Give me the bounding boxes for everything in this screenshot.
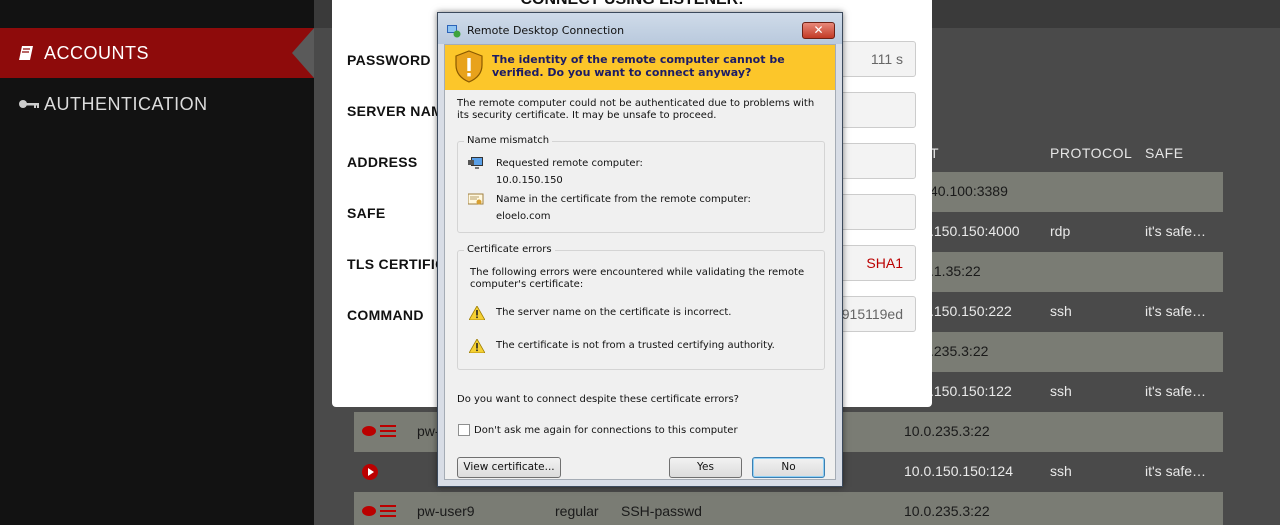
yes-button[interactable]: Yes [669, 457, 742, 478]
group-legend: Name mismatch [464, 135, 553, 146]
dialog-body: The identity of the remote computer cann… [444, 44, 836, 480]
column-header-protocol: PROTOCOL [1050, 145, 1133, 161]
safe-cell: it's safe… [1145, 383, 1207, 399]
intro-text: The remote computer could not be authent… [457, 98, 815, 121]
protocol-cell: ssh [1050, 463, 1072, 479]
view-icon[interactable] [362, 506, 376, 516]
host-cell: .1.35:22 [930, 263, 981, 279]
host-cell: 10.0.150.150:124 [904, 463, 1013, 479]
certificate-icon [467, 192, 484, 211]
requested-computer-value: 10.0.150.150 [496, 175, 563, 186]
sidebar-item-accounts[interactable]: ACCOUNTS [0, 28, 314, 78]
no-button[interactable]: No [752, 457, 825, 478]
host-cell: 10.0.235.3:22 [904, 503, 990, 519]
group-legend: Certificate errors [464, 244, 555, 255]
safe-cell: it's safe… [1145, 303, 1207, 319]
host-cell: .235.3:22 [930, 343, 989, 359]
remote-desktop-icon [447, 23, 461, 38]
row-actions [362, 424, 396, 437]
dialog-title: Remote Desktop Connection [467, 24, 625, 37]
name-mismatch-group: Name mismatch Requested remote computer:… [457, 135, 825, 233]
error-item: The certificate is not from a trusted ce… [496, 340, 775, 351]
host-cell: .150.150:122 [930, 383, 1012, 399]
book-icon [18, 44, 40, 62]
safe-cell: it's safe… [1145, 223, 1207, 239]
list-icon[interactable] [380, 425, 396, 437]
sidebar-item-authentication[interactable]: AUTHENTICATION [0, 79, 314, 129]
close-button[interactable]: ✕ [802, 22, 835, 39]
sidebar-item-label: ACCOUNTS [44, 42, 150, 63]
key-icon [18, 95, 40, 113]
computer-icon [468, 156, 484, 175]
address-label: ADDRESS [347, 154, 418, 170]
errors-intro: The following errors were encountered wh… [470, 267, 805, 290]
row-actions [362, 504, 396, 517]
column-header-safe: SAFE [1145, 145, 1184, 161]
warning-icon [468, 338, 486, 354]
requested-computer-label: Requested remote computer: [496, 158, 643, 169]
password-label: PASSWORD [347, 52, 431, 68]
sidebar: ACCOUNTS AUTHENTICATION [0, 0, 314, 525]
auth-cell: SSH-passwd [621, 503, 702, 519]
user-cell: pw-user9 [417, 503, 475, 519]
protocol-cell: rdp [1050, 223, 1071, 239]
host-cell: 10.0.235.3:22 [904, 423, 990, 439]
protocol-cell: ssh [1050, 303, 1072, 319]
warning-icon [468, 305, 486, 321]
certificate-name-label: Name in the certificate from the remote … [496, 194, 751, 205]
host-cell: 40.100:3389 [930, 183, 1008, 199]
view-certificate-button[interactable]: View certificate... [457, 457, 561, 478]
warning-message: The identity of the remote computer cann… [492, 53, 785, 79]
dont-ask-label[interactable]: Don't ask me again for connections to th… [474, 425, 738, 437]
safe-label: SAFE [347, 205, 386, 221]
host-cell: .150.150:222 [930, 303, 1012, 319]
error-item: The server name on the certificate is in… [496, 307, 732, 318]
rdp-dialog: Remote Desktop Connection ✕ The identity… [437, 12, 843, 487]
warning-shield-icon [455, 50, 483, 83]
view-icon[interactable] [362, 426, 376, 436]
list-icon[interactable] [380, 505, 396, 517]
table-row[interactable]: pw-user9 regular SSH-passwd 10.0.235.3:2… [354, 492, 1223, 525]
play-icon[interactable] [362, 464, 378, 480]
certificate-errors-group: Certificate errors The following errors … [457, 244, 825, 370]
host-cell: .150.150:4000 [930, 223, 1020, 239]
protocol-cell: ssh [1050, 383, 1072, 399]
warning-banner: The identity of the remote computer cann… [445, 45, 835, 90]
safe-cell: it's safe… [1145, 463, 1207, 479]
type-cell: regular [555, 503, 599, 519]
confirm-question: Do you want to connect despite these cer… [457, 394, 739, 405]
command-label: COMMAND [347, 307, 424, 323]
dialog-titlebar[interactable]: Remote Desktop Connection ✕ [438, 13, 842, 44]
dont-ask-checkbox[interactable] [458, 424, 470, 436]
row-actions [362, 464, 378, 480]
sidebar-item-label: AUTHENTICATION [44, 93, 208, 114]
modal-title: CONNECT USING LISTENER: [332, 0, 932, 9]
certificate-name-value: eloelo.com [496, 211, 551, 222]
